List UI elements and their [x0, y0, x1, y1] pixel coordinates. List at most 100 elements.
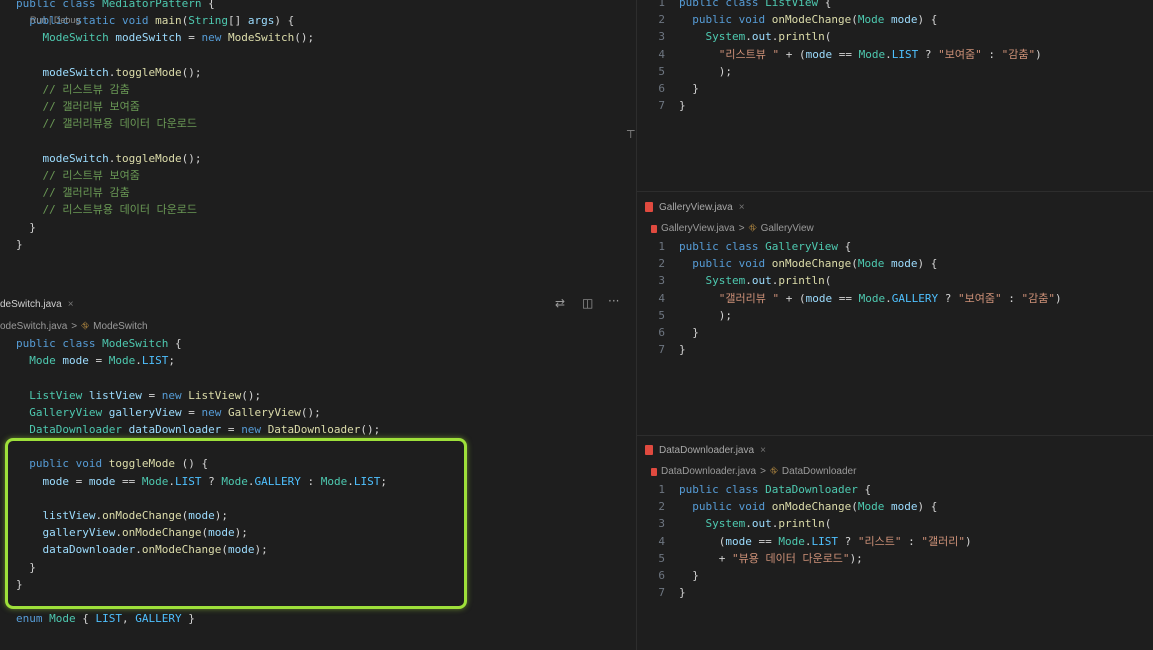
- tab-label: GalleryView.java: [659, 201, 733, 213]
- code-line[interactable]: 2 public void onModeChange(Mode mode) {: [637, 498, 972, 515]
- code-line[interactable]: // 갤러리뷰 보여줌: [16, 98, 314, 115]
- java-file-icon: [645, 202, 653, 212]
- code-line[interactable]: 5 );: [637, 307, 1062, 324]
- code-line[interactable]: 3 System.out.println(: [637, 515, 972, 532]
- code-block-galleryview[interactable]: 1 public class GalleryView {2 public void…: [637, 238, 1062, 358]
- code-line[interactable]: ModeSwitch modeSwitch = new ModeSwitch()…: [16, 29, 315, 46]
- editor-pane-galleryview: GalleryView.java × GalleryView.java > ⛗ …: [637, 196, 1153, 434]
- code-block-datadownloader[interactable]: 1 public class DataDownloader {2 public v…: [637, 481, 972, 601]
- line-number: 5: [658, 551, 665, 565]
- code-line[interactable]: enum Mode { LIST, GALLERY }: [16, 610, 387, 627]
- java-file-icon: [645, 445, 653, 455]
- code-line[interactable]: 6 }: [637, 80, 1042, 97]
- line-number: 1: [658, 483, 665, 496]
- editor-pane-mediator: public class MediatorPattern { public st…: [0, 0, 622, 290]
- code-line[interactable]: 2 public void onModeChange(Mode mode) {: [637, 11, 1042, 28]
- class-symbol-icon: ⛗: [769, 466, 778, 477]
- compare-icon[interactable]: ⇄: [555, 296, 565, 310]
- code-line[interactable]: 6 }: [637, 324, 1062, 341]
- tab-datadownloader[interactable]: DataDownloader.java ×: [645, 439, 766, 461]
- code-line[interactable]: 3 System.out.println(: [637, 28, 1042, 45]
- line-number: 6: [658, 326, 665, 340]
- line-number: 5: [658, 64, 665, 78]
- pane-divider: [637, 435, 1153, 436]
- code-line[interactable]: 4 (mode == Mode.LIST ? "리스트" : "갤러리"): [637, 533, 971, 550]
- line-number: 6: [658, 569, 665, 583]
- line-number: 4: [658, 47, 665, 61]
- code-line[interactable]: // 리스트뷰용 데이터 다운로드: [16, 201, 314, 218]
- line-number: 4: [658, 291, 665, 305]
- line-number: 3: [658, 274, 665, 288]
- breadcrumb: odeSwitch.java > ⛗ ModeSwitch: [0, 321, 148, 332]
- code-line[interactable]: 4 "갤러리뷰 " + (mode == Mode.GALLERY ? "보여줌…: [637, 290, 1061, 307]
- split-editor-icon[interactable]: ◫: [582, 296, 593, 310]
- breadcrumb-file[interactable]: DataDownloader.java: [661, 466, 756, 477]
- code-line[interactable]: [16, 47, 314, 64]
- breadcrumb-symbol[interactable]: ModeSwitch: [93, 321, 147, 332]
- code-line[interactable]: 7}: [637, 341, 1062, 358]
- breadcrumb-file[interactable]: GalleryView.java: [661, 223, 735, 234]
- chevron-right-icon: >: [760, 466, 766, 477]
- editor-pane-datadownloader: DataDownloader.java × DataDownloader.jav…: [637, 439, 1153, 650]
- code-line[interactable]: }: [16, 219, 314, 236]
- chevron-right-icon: >: [71, 321, 78, 332]
- breadcrumb-symbol[interactable]: DataDownloader: [782, 466, 857, 477]
- chevron-right-icon: >: [738, 223, 745, 234]
- class-symbol-icon: ⛗: [81, 321, 90, 332]
- code-line[interactable]: 7}: [637, 584, 972, 601]
- code-block-mediator[interactable]: public class MediatorPattern { public st…: [16, 0, 314, 253]
- code-line[interactable]: public class MediatorPattern {: [16, 0, 314, 12]
- code-line[interactable]: 6 }: [637, 567, 972, 584]
- code-line[interactable]: 5 + "뷰용 데이터 다운로드");: [637, 550, 972, 567]
- line-number: 7: [658, 343, 665, 357]
- breadcrumb-file[interactable]: odeSwitch.java: [0, 321, 67, 332]
- close-icon[interactable]: ×: [760, 445, 766, 456]
- editor-pane-listview: 1 public class ListView {2 public void on…: [637, 0, 1153, 190]
- pane-divider: [637, 191, 1153, 192]
- tab-galleryview[interactable]: GalleryView.java ×: [645, 196, 745, 218]
- code-line[interactable]: // 리스트뷰 보여줌: [16, 167, 314, 184]
- code-line[interactable]: 1 public class ListView {: [637, 0, 1042, 11]
- code-line[interactable]: modeSwitch.toggleMode();: [16, 64, 314, 81]
- code-line[interactable]: 7}: [637, 97, 1042, 114]
- line-number: 2: [658, 500, 665, 514]
- close-icon[interactable]: ×: [739, 202, 745, 213]
- code-line[interactable]: // 갤러리뷰 감춤: [16, 184, 314, 201]
- breadcrumb-symbol[interactable]: GalleryView: [761, 223, 814, 234]
- code-line[interactable]: ListView listView = new ListView();: [16, 387, 387, 404]
- code-line[interactable]: 5 );: [637, 63, 1042, 80]
- code-line[interactable]: 4 "리스트뷰 " + (mode == Mode.LIST ? "보여줌" :…: [637, 46, 1041, 63]
- line-number: 3: [658, 517, 665, 531]
- java-file-icon: [651, 224, 657, 233]
- code-line[interactable]: 2 public void onModeChange(Mode mode) {: [637, 255, 1062, 272]
- code-line[interactable]: // 리스트뷰 감춤: [16, 81, 314, 98]
- line-number: 1: [658, 240, 665, 253]
- line-number: 2: [658, 257, 665, 271]
- java-file-icon: [651, 467, 657, 476]
- code-line[interactable]: // 갤러리뷰용 데이터 다운로드: [16, 115, 314, 132]
- close-icon[interactable]: ×: [68, 299, 74, 310]
- scrollbar-marker: ⊤: [626, 128, 636, 141]
- line-number: 6: [658, 82, 665, 96]
- more-actions-icon[interactable]: ···: [608, 294, 619, 308]
- breadcrumb: GalleryView.java > ⛗ GalleryView: [651, 223, 814, 234]
- breadcrumb: DataDownloader.java > ⛗ DataDownloader: [651, 466, 856, 477]
- code-line[interactable]: DataDownloader dataDownloader = new Data…: [16, 421, 387, 438]
- code-block-listview[interactable]: 1 public class ListView {2 public void on…: [637, 0, 1042, 114]
- code-line[interactable]: Mode mode = Mode.LIST;: [16, 352, 387, 369]
- tab-modeswitch[interactable]: deSwitch.java ×: [0, 293, 74, 315]
- line-number: 5: [658, 308, 665, 322]
- code-line[interactable]: [16, 133, 314, 150]
- line-number: 7: [658, 586, 665, 600]
- code-line[interactable]: modeSwitch.toggleMode();: [16, 150, 314, 167]
- code-line[interactable]: }: [16, 236, 314, 253]
- run-debug-codelens[interactable]: Run | Debug: [30, 15, 80, 25]
- code-line[interactable]: [16, 369, 387, 386]
- code-line[interactable]: 3 System.out.println(: [637, 272, 1062, 289]
- code-line[interactable]: 1 public class DataDownloader {: [637, 481, 972, 498]
- line-number: 3: [658, 30, 665, 44]
- line-number: 2: [658, 13, 665, 27]
- code-line[interactable]: GalleryView galleryView = new GalleryVie…: [16, 404, 387, 421]
- code-line[interactable]: public class ModeSwitch {: [16, 335, 387, 352]
- code-line[interactable]: 1 public class GalleryView {: [637, 238, 1062, 255]
